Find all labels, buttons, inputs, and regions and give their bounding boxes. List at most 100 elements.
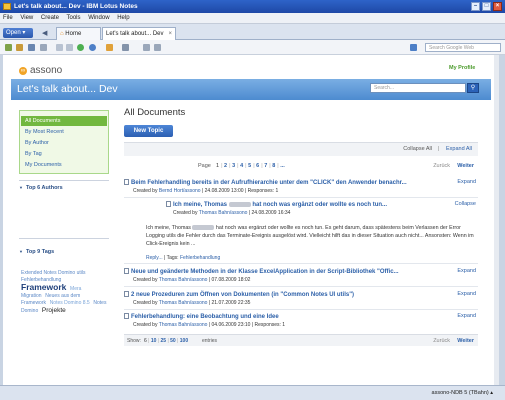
search-engine-icon[interactable]: [410, 44, 417, 51]
tag-cloud-link[interactable]: Mera: [70, 286, 81, 292]
page-link[interactable]: ...: [280, 163, 285, 169]
save-icon[interactable]: [28, 44, 35, 51]
folder-icon[interactable]: [16, 44, 23, 51]
paste-icon[interactable]: [154, 44, 161, 51]
tag-cloud-link[interactable]: Framework: [21, 282, 66, 292]
top-authors-heading[interactable]: Top 6 Authors: [19, 185, 63, 191]
nav-item-by-author[interactable]: By Author: [21, 138, 107, 148]
document-title[interactable]: 2 neue Prozeduren zum Öffnen von Dokumen…: [131, 292, 354, 298]
google-search-input[interactable]: Search Google Web: [425, 43, 501, 52]
page-links: 1 | 2 | 3 | 4 | 5 | 6 | 7 | 8 | ...: [216, 163, 287, 169]
tag-cloud: Extended Notes Domino utils Fehlerbehand…: [21, 270, 107, 315]
menu-tools[interactable]: Tools: [67, 15, 81, 21]
show-options: 6 | 10 | 25 | 50 | 100: [144, 338, 188, 344]
home-toolbar-icon[interactable]: [106, 44, 113, 51]
page-link[interactable]: 8: [272, 163, 275, 169]
page-link[interactable]: 6: [256, 163, 259, 169]
show-option-link[interactable]: 100: [180, 338, 188, 344]
nav-item-all-documents[interactable]: All Documents: [21, 116, 107, 126]
author-link[interactable]: Thomas Bahn/assono: [199, 210, 248, 216]
menu-bar: File View Create Tools Window Help: [0, 13, 505, 24]
menu-file[interactable]: File: [3, 15, 13, 21]
redacted-name: [228, 202, 251, 207]
menu-window[interactable]: Window: [88, 15, 109, 21]
author-link[interactable]: Thomas Bahn/assono: [159, 277, 208, 283]
open-button[interactable]: Open ▾: [3, 28, 33, 38]
printer-icon[interactable]: [122, 44, 129, 51]
pager-back-link[interactable]: Zurück: [433, 163, 450, 169]
page-title: All Documents: [124, 107, 186, 118]
page-link[interactable]: 5: [248, 163, 251, 169]
document-icon: [124, 268, 129, 274]
site-search-input[interactable]: Search...: [370, 83, 466, 93]
my-profile-link[interactable]: My Profile: [449, 65, 475, 71]
page-label: Page: [198, 163, 211, 169]
tag-cloud-link[interactable]: Projekte: [42, 307, 66, 314]
vertical-scrollbar[interactable]: [494, 55, 499, 385]
maximize-icon[interactable]: □: [482, 2, 491, 11]
tag-cloud-link[interactable]: Extended Notes Domino utils: [21, 270, 85, 276]
row-divider: [124, 286, 478, 287]
author-link[interactable]: Thomas Bahn/assono: [159, 322, 208, 328]
tag-cloud-link[interactable]: Framework: [21, 300, 46, 306]
tab-home[interactable]: ⌂ Home: [56, 27, 101, 40]
tab-close-icon[interactable]: ×: [168, 28, 172, 40]
document-title[interactable]: Neue und geänderte Methoden in der Klass…: [131, 269, 399, 275]
back-forward-icon[interactable]: ◀: [42, 29, 47, 37]
response-title-rest[interactable]: hat noch was ergänzt oder wollte es noch…: [252, 202, 387, 208]
tab-document[interactable]: Let's talk about... Dev ×: [102, 27, 176, 40]
menu-help[interactable]: Help: [117, 15, 129, 21]
page-link[interactable]: 4: [240, 163, 243, 169]
meta-date: | 21.07.2009 22:35: [208, 300, 251, 306]
author-link[interactable]: Bernd Hort/assono: [159, 188, 201, 194]
server-location[interactable]: assono-NDB 5 (TBahn) ▴: [432, 386, 493, 400]
expand-link[interactable]: Expand: [457, 268, 476, 274]
menu-view[interactable]: View: [20, 15, 33, 21]
page-link[interactable]: 2: [224, 163, 227, 169]
close-icon[interactable]: ×: [493, 2, 502, 11]
reply-link[interactable]: Reply...: [146, 255, 163, 261]
collapse-link[interactable]: Collapse: [455, 201, 476, 207]
page-link[interactable]: 3: [232, 163, 235, 169]
nav-item-by-tag[interactable]: By Tag: [21, 149, 107, 159]
document-row: Neue und geänderte Methoden in der Klass…: [124, 268, 478, 283]
nav-item-by-most-recent[interactable]: By Most Recent: [21, 127, 107, 137]
pager-bottom: Show: 6 | 10 | 25 | 50 | 100 entries Zur…: [124, 334, 478, 346]
expand-link[interactable]: Expand: [457, 291, 476, 297]
tag-cloud-link[interactable]: Notes Domino 8.5: [50, 300, 90, 306]
tab-document-label: Let's talk about... Dev: [106, 31, 164, 37]
document-title[interactable]: Beim Fehlerhandling bereits in der Aufru…: [131, 180, 407, 186]
meta-created-by: Created by: [133, 188, 158, 194]
pager-next-link[interactable]: Weiter: [457, 163, 474, 169]
nav-item-my-documents[interactable]: My Documents: [21, 160, 107, 170]
copy-icon[interactable]: [143, 44, 150, 51]
back-icon[interactable]: [56, 44, 63, 51]
page-link[interactable]: 7: [264, 163, 267, 169]
minimize-icon[interactable]: –: [471, 2, 480, 11]
menu-create[interactable]: Create: [41, 15, 59, 21]
show-label: Show:: [127, 338, 141, 344]
search-icon[interactable]: ⚲: [467, 83, 479, 93]
tag-link[interactable]: Fehlerbehandlung: [180, 255, 220, 261]
collapse-all-link[interactable]: Collapse All: [403, 146, 432, 152]
refresh-icon[interactable]: [5, 44, 12, 51]
pager-next-link[interactable]: Weiter: [457, 338, 474, 344]
new-topic-button[interactable]: New Topic: [124, 125, 173, 137]
globe-icon[interactable]: [89, 44, 96, 51]
document-title[interactable]: Fehlerbehandlung: eine Beobachtung und e…: [131, 314, 279, 320]
assono-logo: ∞ assono: [19, 65, 62, 76]
expand-link[interactable]: Expand: [457, 179, 476, 185]
top-tags-heading[interactable]: Top 9 Tags: [19, 249, 54, 255]
meta-created-by: Created by: [173, 210, 198, 216]
tag-cloud-link[interactable]: Migration: [21, 293, 42, 299]
pager-back-link[interactable]: Zurück: [433, 338, 450, 344]
print-icon[interactable]: [40, 44, 47, 51]
go-icon[interactable]: [77, 44, 84, 51]
forward-icon[interactable]: [66, 44, 73, 51]
expand-all-link[interactable]: Expand All: [446, 146, 472, 152]
page-link[interactable]: 1: [216, 163, 219, 169]
response-title[interactable]: Ich meine, Thomas: [173, 202, 227, 208]
expand-link[interactable]: Expand: [457, 313, 476, 319]
tag-cloud-link[interactable]: Neues aus dem: [45, 293, 80, 299]
author-link[interactable]: Thomas Bahn/assono: [159, 300, 208, 306]
